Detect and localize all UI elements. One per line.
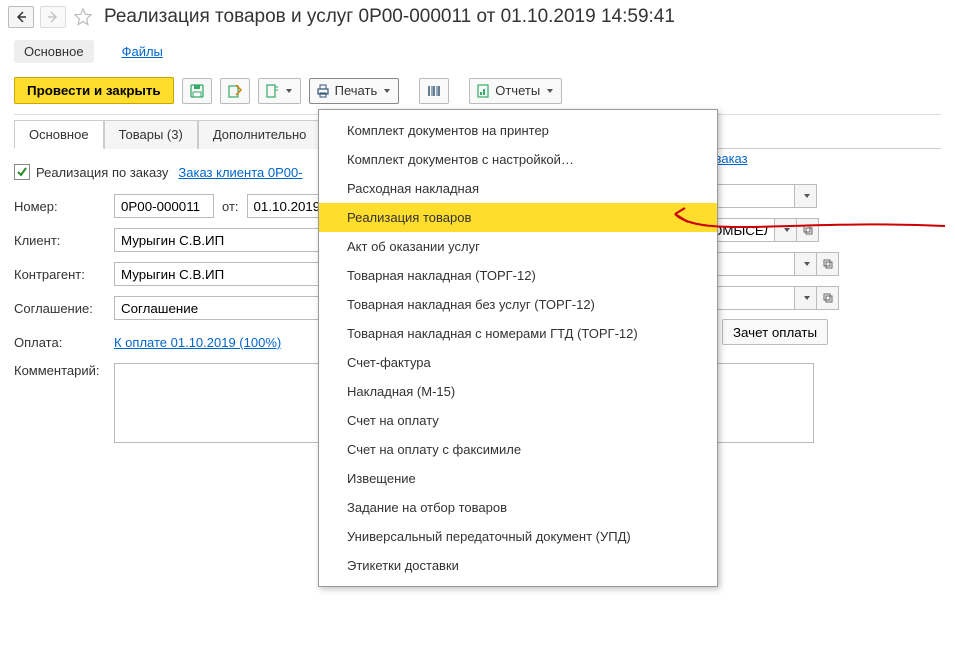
field2-input[interactable] [705,286,795,310]
post-and-close-button[interactable]: Провести и закрыть [14,77,174,104]
field-input[interactable] [705,252,795,276]
favorite-star-icon[interactable] [72,6,94,28]
counterparty-label: Контрагент: [14,267,114,282]
page-title: Реализация товаров и услуг 0Р00-000011 о… [104,6,675,28]
chevron-down-icon [804,194,810,198]
tab-main[interactable]: Основное [14,120,104,149]
reports-button[interactable]: Отчеты [469,78,562,104]
menu-item-highlighted[interactable]: Реализация товаров [319,203,717,232]
menu-item[interactable]: Универсальный передаточный документ (УПД… [319,522,717,551]
number-label: Номер: [14,199,114,214]
check-icon [16,166,28,178]
post-button[interactable] [220,78,250,104]
chevron-down-icon [804,262,810,266]
menu-item[interactable]: Счет-фактура [319,348,717,377]
payment-label: Оплата: [14,335,114,350]
menu-item[interactable]: Акт об оказании услуг [319,232,717,261]
nav-back-button[interactable] [8,6,34,28]
subnav-main[interactable]: Основное [14,40,94,63]
organization-input[interactable] [705,184,795,208]
field-open-button[interactable] [817,252,839,276]
create-based-on-button[interactable] [258,78,301,104]
open-icon [823,259,833,269]
by-order-label: Реализация по заказу [36,165,168,180]
barcode-icon [427,84,441,98]
client-order-link[interactable]: Заказ клиента 0Р00- [178,165,302,180]
open-icon [803,225,813,235]
client-input[interactable] [114,228,324,252]
client-label: Клиент: [14,233,114,248]
payment-link[interactable]: К оплате 01.10.2019 (100%) [114,335,281,350]
nav-forward-button[interactable] [40,6,66,28]
chevron-down-icon [804,296,810,300]
chevron-down-icon [784,228,790,232]
warehouse-open-button[interactable] [797,218,819,242]
open-icon [823,293,833,303]
organization-dropdown-button[interactable] [795,184,817,208]
menu-item[interactable]: Счет на оплату с факсимиле [319,435,717,464]
menu-item[interactable]: Товарная накладная (ТОРГ-12) [319,261,717,290]
menu-item[interactable]: Товарная накладная с номерами ГТД (ТОРГ-… [319,319,717,348]
warehouse-dropdown-button[interactable] [775,218,797,242]
agreement-input[interactable] [114,296,324,320]
menu-item[interactable]: Товарная накладная без услуг (ТОРГ-12) [319,290,717,319]
field-dropdown-button[interactable] [795,252,817,276]
printer-icon [316,84,330,98]
menu-item[interactable]: Задание на отбор товаров [319,493,717,522]
counterparty-input[interactable] [114,262,324,286]
menu-item[interactable]: Расходная накладная [319,174,717,203]
menu-item[interactable]: Накладная (М-15) [319,377,717,406]
menu-item[interactable]: Комплект документов с настройкой… [319,145,717,174]
print-dropdown-menu: Комплект документов на принтер Комплект … [318,109,718,587]
menu-item[interactable]: Счет на оплату [319,406,717,435]
reports-button-label: Отчеты [495,83,540,98]
tab-additional[interactable]: Дополнительно [198,120,322,149]
field2-dropdown-button[interactable] [795,286,817,310]
print-button-label: Печать [335,83,378,98]
number-input[interactable] [114,194,214,218]
save-button[interactable] [182,78,212,104]
agreement-label: Соглашение: [14,301,114,316]
chevron-down-icon [547,89,553,93]
subnav-files[interactable]: Файлы [112,40,173,63]
chevron-down-icon [384,89,390,93]
arrow-left-icon [15,11,27,23]
menu-item[interactable]: Этикетки доставки [319,551,717,580]
chevron-down-icon [286,89,292,93]
arrow-right-icon [47,11,59,23]
by-order-checkbox[interactable] [14,164,30,180]
report-icon [476,84,490,98]
post-icon [228,84,242,98]
comment-label: Комментарий: [14,363,114,378]
from-label: от: [222,199,239,214]
menu-item[interactable]: Комплект документов на принтер [319,116,717,145]
edi-button[interactable] [419,78,449,104]
date-input[interactable] [247,194,327,218]
document-icon [265,84,279,98]
menu-item[interactable]: Извещение [319,464,717,493]
offset-payment-button[interactable]: Зачет оплаты [722,319,828,345]
save-icon [190,84,204,98]
field2-open-button[interactable] [817,286,839,310]
print-button[interactable]: Печать [309,78,400,104]
tab-goods[interactable]: Товары (3) [104,120,198,149]
